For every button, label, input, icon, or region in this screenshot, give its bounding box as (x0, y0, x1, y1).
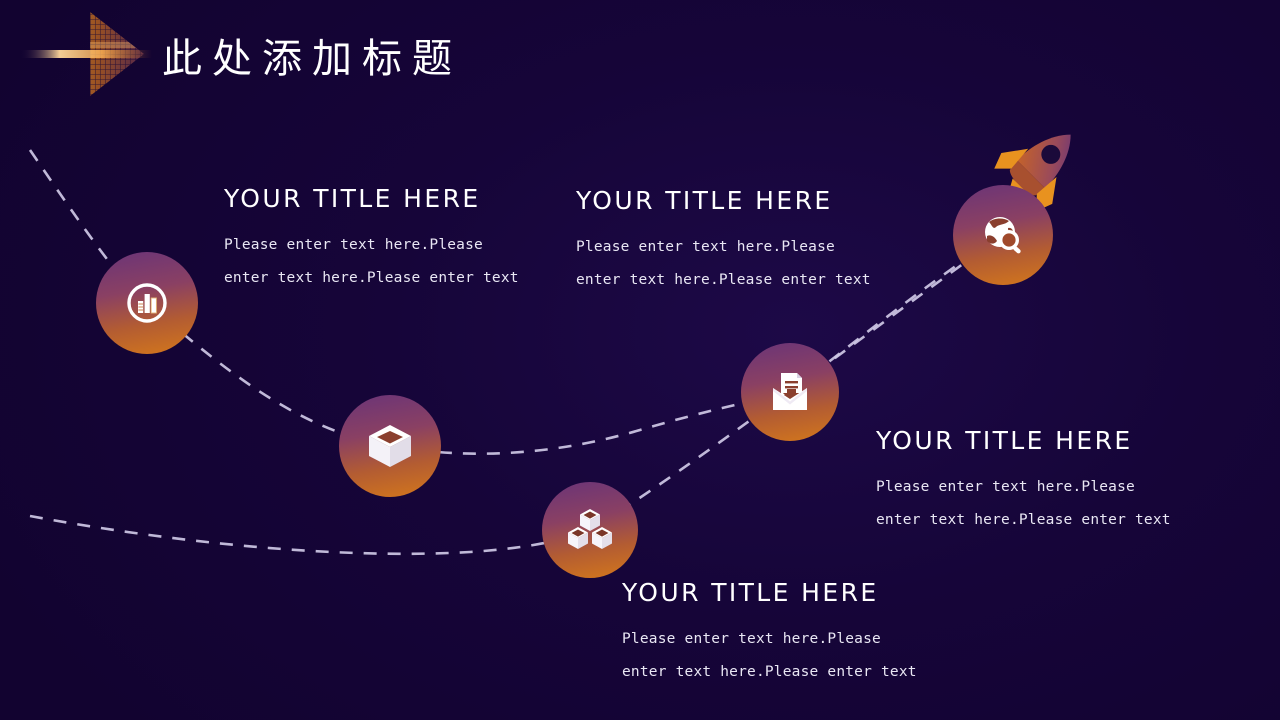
block-body: Please enter text here.Please enter text… (622, 631, 917, 680)
block-title: YOUR TITLE HERE (224, 184, 481, 213)
block-title: YOUR TITLE HERE (576, 186, 833, 215)
slide-canvas: 此处添加标题 YOUR TITLE HERE Please enter text… (0, 0, 1280, 720)
three-cubes-icon (566, 508, 614, 552)
block-title: YOUR TITLE HERE (622, 578, 879, 607)
block-body: Please enter text here.Please enter text… (576, 239, 871, 288)
text-block-4: YOUR TITLE HERE Please enter text here.P… (876, 426, 1176, 537)
text-block-1: YOUR TITLE HERE Please enter text here.P… (224, 184, 524, 295)
globe-search-icon (981, 214, 1025, 256)
bar-chart-circle-icon (125, 281, 169, 325)
node-open-box[interactable] (339, 395, 441, 497)
node-envelope-document[interactable] (741, 343, 839, 441)
envelope-document-icon (768, 370, 812, 414)
pixel-arrow-right-icon (20, 4, 152, 104)
open-box-icon (365, 421, 415, 471)
block-body: Please enter text here.Please enter text… (876, 479, 1171, 528)
node-bar-chart[interactable] (96, 252, 198, 354)
block-title: YOUR TITLE HERE (876, 426, 1133, 455)
text-block-2: YOUR TITLE HERE Please enter text here.P… (576, 186, 876, 297)
node-three-cubes[interactable] (542, 482, 638, 578)
block-body: Please enter text here.Please enter text… (224, 237, 519, 286)
text-block-3: YOUR TITLE HERE Please enter text here.P… (622, 578, 922, 689)
page-title: 此处添加标题 (162, 36, 462, 82)
node-globe-search[interactable] (953, 185, 1053, 285)
